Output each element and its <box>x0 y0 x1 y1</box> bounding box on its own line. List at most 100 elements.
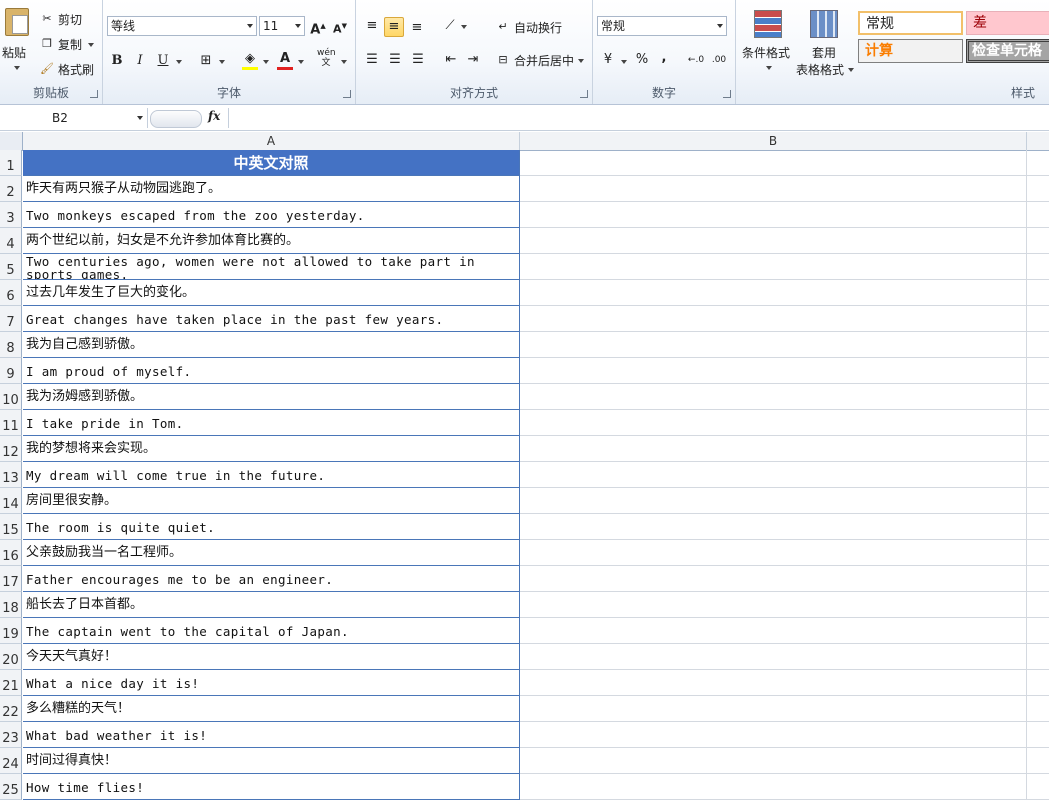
row-header[interactable]: 24 <box>0 748 22 774</box>
cell-a[interactable]: 房间里很安静。 <box>23 488 520 514</box>
row-header[interactable]: 7 <box>0 306 22 332</box>
row-header[interactable]: 23 <box>0 722 22 748</box>
cell-a[interactable]: What a nice day it is! <box>23 670 520 696</box>
cell-a[interactable]: 今天天气真好！ <box>23 644 520 670</box>
cell-a[interactable]: The captain went to the capital of Japan… <box>23 618 520 644</box>
cell-b[interactable] <box>520 644 1027 670</box>
name-box[interactable]: B2 <box>0 108 148 128</box>
increase-indent-icon[interactable]: ⇥ <box>464 51 482 69</box>
formula-input[interactable] <box>228 108 1049 128</box>
row-header[interactable]: 13 <box>0 462 22 488</box>
cell-b[interactable] <box>520 774 1027 800</box>
row-header[interactable]: 15 <box>0 514 22 540</box>
row-header[interactable]: 10 <box>0 384 22 410</box>
cell-c[interactable] <box>1027 748 1049 774</box>
cell-c[interactable] <box>1027 410 1049 436</box>
cell-a[interactable]: I take pride in Tom. <box>23 410 520 436</box>
font-name-select[interactable]: 等线 <box>107 16 257 36</box>
cell-a[interactable]: 时间过得真快！ <box>23 748 520 774</box>
align-center-icon[interactable]: ☰ <box>386 51 404 69</box>
cell-c[interactable] <box>1027 332 1049 358</box>
cell-b[interactable] <box>520 202 1027 228</box>
percent-icon[interactable]: % <box>633 51 651 69</box>
decrease-decimal-icon[interactable]: .00 <box>710 51 728 69</box>
style-normal[interactable]: 常规 <box>858 11 963 35</box>
style-calculation[interactable]: 计算 <box>858 39 963 63</box>
cell-b[interactable] <box>520 670 1027 696</box>
cell-b[interactable] <box>520 722 1027 748</box>
align-right-icon[interactable]: ☰ <box>409 51 427 69</box>
paste-button[interactable]: 粘贴 <box>2 8 32 76</box>
font-color-icon[interactable]: A <box>276 50 294 70</box>
cell-c[interactable] <box>1027 488 1049 514</box>
cell-c[interactable] <box>1027 150 1049 176</box>
cell-b[interactable] <box>520 618 1027 644</box>
column-header-b[interactable]: B <box>520 132 1027 150</box>
orientation-icon[interactable]: ⟋ <box>441 17 459 35</box>
font-launcher-icon[interactable] <box>343 90 351 98</box>
underline-icon[interactable]: U <box>154 52 172 70</box>
formula-bar-resize-handle[interactable] <box>150 110 202 128</box>
cell-c[interactable] <box>1027 670 1049 696</box>
cell-b[interactable] <box>520 358 1027 384</box>
align-top-icon[interactable]: ≡ <box>363 17 381 35</box>
cell-c[interactable] <box>1027 228 1049 254</box>
cell-c[interactable] <box>1027 540 1049 566</box>
cell-b[interactable] <box>520 696 1027 722</box>
font-size-select[interactable]: 11 <box>259 16 305 36</box>
phonetic-icon[interactable]: wén 文 <box>317 48 336 68</box>
row-header[interactable]: 19 <box>0 618 22 644</box>
header-cell[interactable]: 中英文对照 <box>23 150 520 176</box>
cell-c[interactable] <box>1027 436 1049 462</box>
cell-b[interactable] <box>520 436 1027 462</box>
cell-c[interactable] <box>1027 384 1049 410</box>
cell-b[interactable] <box>520 306 1027 332</box>
cell-b[interactable] <box>520 176 1027 202</box>
row-header[interactable]: 6 <box>0 280 22 306</box>
cell-c[interactable] <box>1027 514 1049 540</box>
cell-a[interactable]: Great changes have taken place in the pa… <box>23 306 520 332</box>
cell-a[interactable]: How time flies! <box>23 774 520 800</box>
cell-a[interactable]: Father encourages me to be an engineer. <box>23 566 520 592</box>
cell-c[interactable] <box>1027 618 1049 644</box>
cell-b[interactable] <box>520 514 1027 540</box>
cell-a[interactable]: 我的梦想将来会实现。 <box>23 436 520 462</box>
row-header[interactable]: 22 <box>0 696 22 722</box>
row-header[interactable]: 2 <box>0 176 22 202</box>
row-header[interactable]: 11 <box>0 410 22 436</box>
cell-a[interactable]: 昨天有两只猴子从动物园逃跑了。 <box>23 176 520 202</box>
align-left-icon[interactable]: ☰ <box>363 51 381 69</box>
cell-b[interactable] <box>520 592 1027 618</box>
cell-b[interactable] <box>520 332 1027 358</box>
conditional-format-button[interactable]: 条件格式 <box>740 8 798 76</box>
cell-c[interactable] <box>1027 202 1049 228</box>
cell-c[interactable] <box>1027 280 1049 306</box>
cell-a[interactable]: 父亲鼓励我当一名工程师。 <box>23 540 520 566</box>
row-header[interactable]: 5 <box>0 254 22 280</box>
cell-b[interactable] <box>520 462 1027 488</box>
row-header[interactable]: 20 <box>0 644 22 670</box>
row-header[interactable]: 21 <box>0 670 22 696</box>
row-header[interactable]: 14 <box>0 488 22 514</box>
select-all-corner[interactable] <box>0 132 23 150</box>
row-header[interactable]: 12 <box>0 436 22 462</box>
row-header[interactable]: 16 <box>0 540 22 566</box>
cell-b[interactable] <box>520 566 1027 592</box>
row-header[interactable]: 4 <box>0 228 22 254</box>
cell-c[interactable] <box>1027 176 1049 202</box>
cell-b[interactable] <box>520 748 1027 774</box>
row-header[interactable]: 9 <box>0 358 22 384</box>
align-middle-icon[interactable]: ≡ <box>384 17 404 37</box>
cell-c[interactable] <box>1027 722 1049 748</box>
style-check-cell[interactable]: 检查单元格 <box>966 39 1049 63</box>
cell-b[interactable] <box>520 384 1027 410</box>
row-header[interactable]: 17 <box>0 566 22 592</box>
cell-c[interactable] <box>1027 306 1049 332</box>
cell-a[interactable]: 船长去了日本首都。 <box>23 592 520 618</box>
cell-b[interactable] <box>520 410 1027 436</box>
cell-b[interactable] <box>520 254 1027 280</box>
alignment-launcher-icon[interactable] <box>580 90 588 98</box>
bold-icon[interactable]: B <box>108 52 126 70</box>
number-launcher-icon[interactable] <box>723 90 731 98</box>
cell-a[interactable]: 过去几年发生了巨大的变化。 <box>23 280 520 306</box>
